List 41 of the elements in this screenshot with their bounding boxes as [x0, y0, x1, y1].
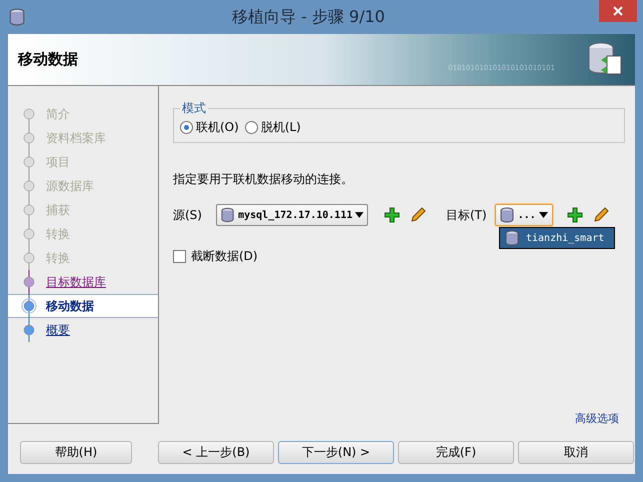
wizard-button[interactable]: < 上一步(B): [158, 440, 274, 464]
add-connection-button[interactable]: [566, 207, 583, 223]
step-marker-icon: [20, 294, 38, 318]
mode-radio[interactable]: 脱机(L): [244, 119, 301, 136]
wizard-button[interactable]: 完成(F): [398, 440, 514, 464]
app-database-icon: [8, 8, 26, 26]
source-label: 源(S): [173, 206, 202, 224]
database-icon: [498, 207, 515, 223]
instruction-text: 指定要用于联机数据移动的连接。: [173, 171, 354, 188]
edit-connection-button[interactable]: [592, 207, 609, 223]
page-heading: 移动数据: [18, 50, 78, 69]
checkbox-label: 截断数据(D): [191, 248, 258, 265]
target-label: 目标(T): [446, 206, 487, 224]
wizard-button[interactable]: 下一步(N) >: [278, 440, 394, 464]
cancel-button[interactable]: 取消: [518, 440, 634, 464]
pencil-icon: [410, 207, 426, 223]
pencil-icon: [592, 207, 609, 223]
help-button[interactable]: 帮助(H): [20, 440, 132, 464]
database-icon: [220, 207, 236, 223]
advanced-options-link[interactable]: 高级选项: [575, 411, 619, 426]
source-dropdown[interactable]: mysql_172.17.10.111: [216, 204, 368, 226]
add-icon: [566, 207, 583, 223]
database-icon: [504, 230, 520, 246]
caret-icon: [355, 212, 364, 218]
add-connection-button[interactable]: [384, 207, 400, 223]
current-step[interactable]: 移动数据: [8, 294, 158, 318]
close-button[interactable]: [599, 0, 637, 22]
caret-icon: [538, 212, 548, 218]
add-icon: [384, 207, 400, 223]
radio-label: 脱机(L): [260, 119, 301, 136]
edit-connection-button[interactable]: [410, 207, 426, 223]
target-dropdown[interactable]: ...: [494, 204, 553, 226]
close-icon: [613, 6, 623, 16]
truncate-checkbox[interactable]: 截断数据(D): [173, 248, 625, 265]
mode-radio[interactable]: 联机(O): [180, 119, 239, 136]
dropdown-option[interactable]: tianzhi_smart: [499, 227, 615, 249]
wizard-step[interactable]: 目标数据库: [8, 270, 158, 294]
wizard-step[interactable]: 概要: [8, 318, 158, 342]
group-title: 模式: [181, 100, 207, 117]
radio-label: 联机(O): [196, 119, 239, 136]
window-title: 移植向导 - 步骤 9/10: [231, 6, 386, 28]
